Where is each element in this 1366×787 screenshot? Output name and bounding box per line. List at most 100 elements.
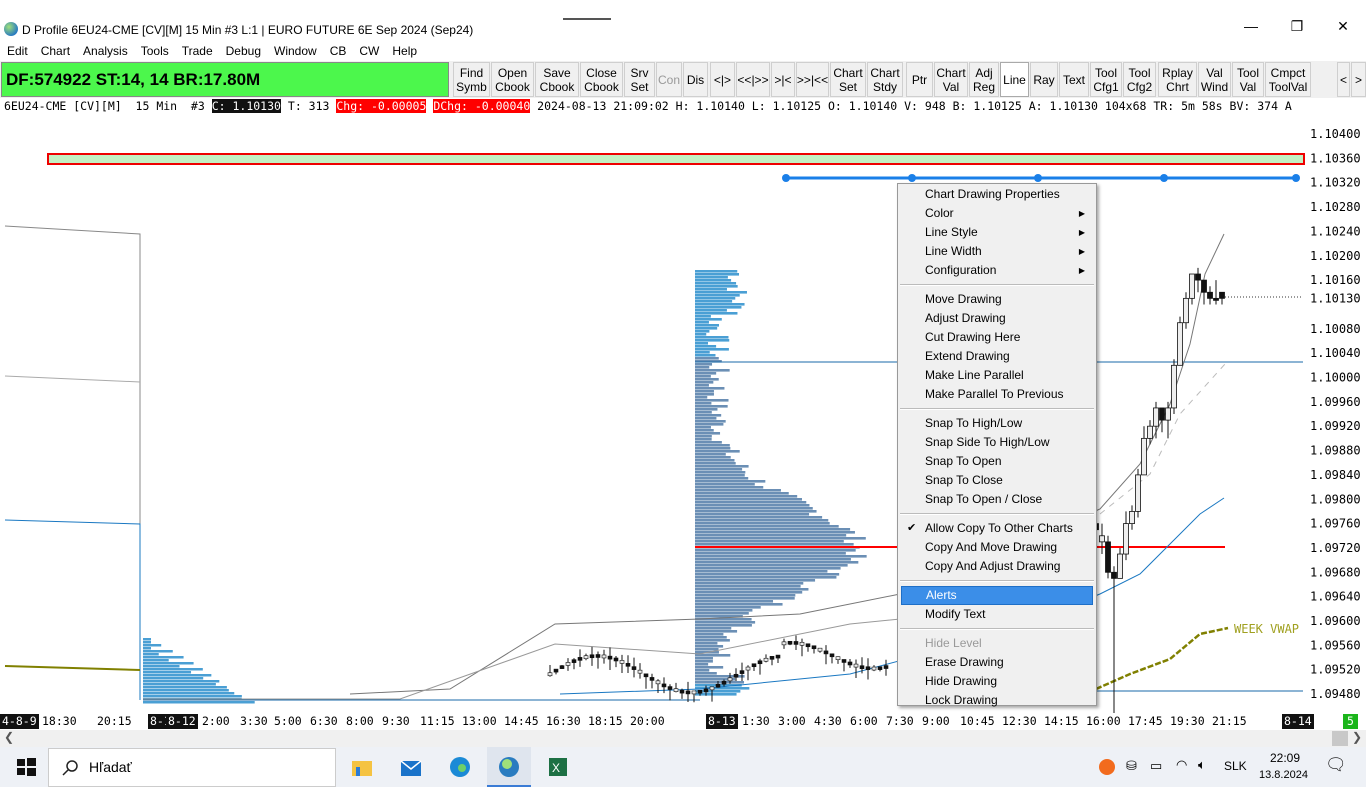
- toolbar-button-line[interactable]: Line: [1000, 62, 1029, 97]
- mail-icon[interactable]: [399, 755, 423, 779]
- status-panel: DF:574922 ST:14, 14 BR:17.80M: [1, 62, 449, 97]
- toolbar-button-tool-cfg1[interactable]: Tool Cfg1: [1090, 62, 1122, 97]
- notifications-icon[interactable]: 🗨︎: [1325, 755, 1347, 775]
- toolbar-button-6012462[interactable]: <|>: [710, 62, 735, 97]
- horizontal-scrollbar[interactable]: ❮ ❯: [0, 730, 1366, 747]
- time-label: 1:30: [742, 714, 770, 728]
- language-indicator[interactable]: SLK: [1224, 759, 1247, 773]
- edge-browser-icon[interactable]: [448, 755, 472, 779]
- toolbar-button-tool-cfg2[interactable]: Tool Cfg2: [1123, 62, 1156, 97]
- toolbar-button-rplay-chrt[interactable]: Rplay Chrt: [1158, 62, 1197, 97]
- volume-profile-bar: [695, 639, 730, 642]
- toolbar-button-find-symb[interactable]: Find Symb: [453, 62, 490, 97]
- menu-debug[interactable]: Debug: [226, 42, 261, 61]
- menu-item-lock-drawing[interactable]: Lock Drawing: [901, 691, 1093, 710]
- clock-time[interactable]: 22:09: [1270, 751, 1300, 765]
- maximize-button[interactable]: ❐: [1274, 18, 1320, 40]
- menu-item-move-drawing[interactable]: Move Drawing: [901, 290, 1093, 309]
- menu-item-line-style[interactable]: Line Style ▶: [901, 223, 1093, 242]
- menu-item-allow-copy-to-other-charts[interactable]: Allow Copy To Other Charts ✔: [901, 519, 1093, 538]
- menu-item-erase-drawing[interactable]: Erase Drawing: [901, 653, 1093, 672]
- menu-edit[interactable]: Edit: [7, 42, 28, 61]
- taskbar-search[interactable]: Hľadať: [48, 748, 336, 787]
- menu-chart[interactable]: Chart: [41, 42, 70, 61]
- scroll-thumb[interactable]: [1332, 731, 1348, 746]
- menu-analysis[interactable]: Analysis: [83, 42, 128, 61]
- toolbar-button-save-cbook[interactable]: Save Cbook: [535, 62, 579, 97]
- menu-item-extend-drawing[interactable]: Extend Drawing: [901, 347, 1093, 366]
- menu-item-adjust-drawing[interactable]: Adjust Drawing: [901, 309, 1093, 328]
- menu-cb[interactable]: CB: [330, 42, 347, 61]
- candle-body: [685, 690, 691, 695]
- toolbar-button-62621246060[interactable]: >>|<<: [796, 62, 829, 97]
- volume-icon[interactable]: 🔈︎: [1198, 757, 1206, 773]
- time-label: 14:15: [1044, 714, 1079, 728]
- menu-item-modify-text[interactable]: Modify Text: [901, 605, 1093, 624]
- menu-item-copy-and-adjust-drawing[interactable]: Copy And Adjust Drawing: [901, 557, 1093, 576]
- time-label: 7:30: [886, 714, 914, 728]
- tray-app-icon[interactable]: [1099, 759, 1115, 775]
- toolbar-button-close-cbook[interactable]: Close Cbook: [580, 62, 623, 97]
- menu-item-alerts[interactable]: Alerts: [901, 586, 1093, 605]
- menu-trade[interactable]: Trade: [182, 42, 213, 61]
- menu-window[interactable]: Window: [274, 42, 317, 61]
- menu-item-snap-to-open[interactable]: Snap To Open: [901, 452, 1093, 471]
- toolbar-button-60[interactable]: <: [1337, 62, 1350, 97]
- menu-item-color[interactable]: Color ▶: [901, 204, 1093, 223]
- windows-start-icon[interactable]: [14, 755, 38, 779]
- menu-item-copy-and-move-drawing[interactable]: Copy And Move Drawing: [901, 538, 1093, 557]
- toolbar-button-open-cbook[interactable]: Open Cbook: [491, 62, 534, 97]
- menu-item-snap-to-high-low[interactable]: Snap To High/Low: [901, 414, 1093, 433]
- toolbar-button-con[interactable]: Con: [656, 62, 682, 97]
- toolbar-button-6212460[interactable]: >|<: [771, 62, 795, 97]
- menu-item-snap-to-close[interactable]: Snap To Close: [901, 471, 1093, 490]
- change: Chg: -0.00005: [336, 99, 427, 113]
- toolbar-button-60601246262[interactable]: <<|>>: [736, 62, 770, 97]
- wifi-icon[interactable]: ◠: [1176, 757, 1187, 773]
- scroll-right-icon[interactable]: ❯: [1352, 730, 1362, 744]
- candle-body: [1219, 291, 1225, 299]
- menu-item-make-line-parallel[interactable]: Make Line Parallel: [901, 366, 1093, 385]
- menu-item-hide-drawing[interactable]: Hide Drawing: [901, 672, 1093, 691]
- menu-item-configuration[interactable]: Configuration ▶: [901, 261, 1093, 280]
- toolbar-button-adj-reg[interactable]: Adj Reg: [969, 62, 999, 97]
- file-explorer-icon[interactable]: [350, 755, 374, 779]
- toolbar-button-text[interactable]: Text: [1059, 62, 1089, 97]
- toolbar-button-cmpct-toolval[interactable]: Cmpct ToolVal: [1265, 62, 1311, 97]
- time-axis: 4-8-9 18:30 20:15 8-11 8-12 2:00 3:30 5:00 6:30 8…: [0, 713, 1366, 730]
- menu-item-line-width[interactable]: Line Width ▶: [901, 242, 1093, 261]
- candle-body: [1129, 511, 1135, 524]
- volume-profile-bar: [695, 582, 804, 585]
- clock-date[interactable]: 13.8.2024: [1259, 769, 1308, 781]
- toolbar-button-chart-val[interactable]: Chart Val: [934, 62, 968, 97]
- volume-profile-bar: [695, 504, 810, 507]
- menu-item-chart-drawing-properties[interactable]: Chart Drawing Properties: [901, 185, 1093, 204]
- toolbar-button-chart-set[interactable]: Chart Set: [830, 62, 866, 97]
- menu-cw[interactable]: CW: [359, 42, 379, 61]
- toolbar-button-ptr[interactable]: Ptr: [906, 62, 933, 97]
- toolbar-button-62[interactable]: >: [1351, 62, 1366, 97]
- excel-icon[interactable]: X: [546, 755, 570, 779]
- toolbar-button-srv-set[interactable]: Srv Set: [624, 62, 655, 97]
- menu-help[interactable]: Help: [392, 42, 417, 61]
- toolbar-button-tool-val[interactable]: Tool Val: [1232, 62, 1264, 97]
- toolbar-button-chart-stdy[interactable]: Chart Stdy: [867, 62, 903, 97]
- usb-icon[interactable]: ⛁: [1126, 758, 1137, 774]
- menu-item-cut-drawing-here[interactable]: Cut Drawing Here: [901, 328, 1093, 347]
- active-app-tab[interactable]: [487, 747, 531, 787]
- menu-item-make-parallel-to-previous[interactable]: Make Parallel To Previous: [901, 385, 1093, 404]
- scroll-left-icon[interactable]: ❮: [4, 730, 14, 744]
- volume-profile-bar: [695, 540, 844, 543]
- minimize-button[interactable]: —: [1228, 18, 1274, 40]
- toolbar-button-dis[interactable]: Dis: [683, 62, 708, 97]
- candle-body: [1165, 407, 1171, 421]
- candle-body: [625, 663, 631, 667]
- menu-tools[interactable]: Tools: [141, 42, 169, 61]
- battery-icon[interactable]: ▭: [1150, 758, 1162, 774]
- menu-item-snap-side-to-high-low[interactable]: Snap Side To High/Low: [901, 433, 1093, 452]
- price-chart[interactable]: 1.10400 1.10360 1.10320 1.10280 1.10240 1.102…: [0, 114, 1366, 713]
- close-button[interactable]: ✕: [1320, 18, 1366, 40]
- toolbar-button-val-wind[interactable]: Val Wind: [1198, 62, 1231, 97]
- menu-item-snap-to-open-close[interactable]: Snap To Open / Close: [901, 490, 1093, 509]
- toolbar-button-ray[interactable]: Ray: [1030, 62, 1058, 97]
